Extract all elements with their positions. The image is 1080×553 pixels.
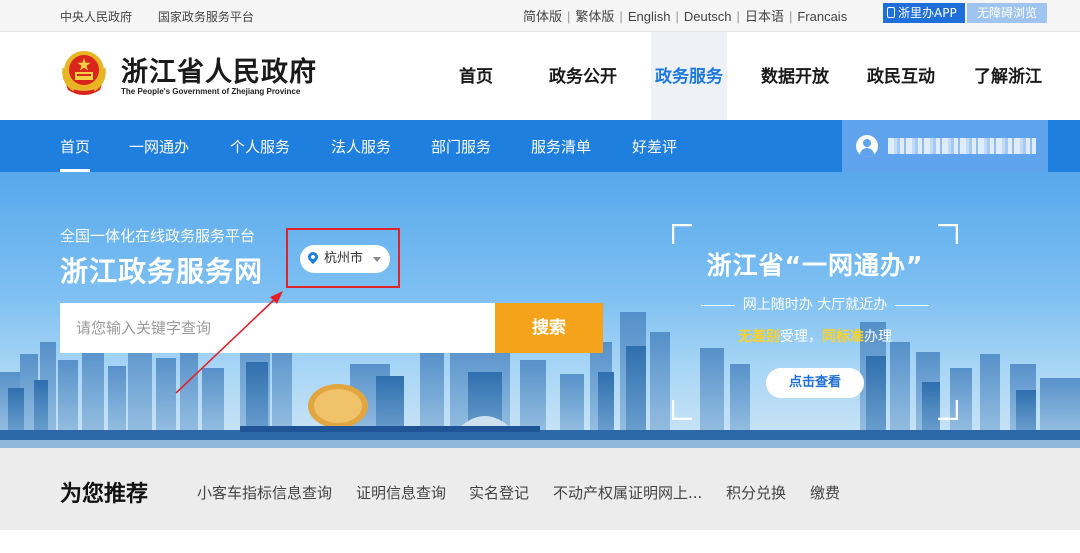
subnav-one-stop[interactable]: 一网通办 [129, 120, 189, 172]
main-nav-about-zhejiang[interactable]: 了解浙江 [966, 32, 1050, 120]
slogan-text-2: 办理 [864, 329, 892, 345]
promo-view-button[interactable]: 点击查看 [766, 368, 864, 398]
divider: | [736, 9, 740, 24]
recommend-link-car-quota[interactable]: 小客车指标信息查询 [197, 482, 332, 503]
recommend-section: 为您推荐 小客车指标信息查询 证明信息查询 实名登记 不动产权属证明网上... … [0, 448, 1080, 553]
main-nav-interaction[interactable]: 政民互动 [860, 32, 942, 120]
promo-subtitle: 网上随时办 大厅就近办 [672, 294, 958, 314]
search-button[interactable]: 搜索 [495, 303, 603, 353]
page-bottom-strip [0, 530, 1080, 553]
user-avatar-icon [856, 135, 878, 157]
divider: | [567, 9, 571, 24]
slogan-highlight-1: 无差别 [738, 329, 780, 345]
main-nav-home[interactable]: 首页 [444, 32, 508, 120]
hero-banner: 全国一体化在线政务服务平台 浙江政务服务网 杭州市 搜索 浙江省“一网通办” 网… [0, 172, 1080, 448]
main-nav-gov-services[interactable]: 政务服务 [651, 32, 727, 120]
subnav-home[interactable]: 首页 [60, 120, 91, 172]
promo-title: 浙江省“一网通办” [706, 251, 924, 280]
lang-french[interactable]: Francais [797, 9, 847, 24]
subnav-evaluation[interactable]: 好差评 [632, 120, 677, 172]
lang-german[interactable]: Deutsch [684, 9, 732, 24]
link-national-service-platform[interactable]: 国家政务服务平台 [158, 10, 254, 24]
divider: | [619, 9, 623, 24]
national-emblem-icon[interactable] [60, 48, 108, 98]
lang-simplified[interactable]: 简体版 [523, 9, 562, 24]
slogan-highlight-2: 同标准 [822, 329, 864, 345]
promo-card: 浙江省“一网通办” 网上随时办 大厅就近办 无差别受理，同标准办理 点击查看 [672, 224, 958, 420]
divider: | [675, 9, 679, 24]
recommend-link-property[interactable]: 不动产权属证明网上... [553, 482, 702, 503]
hero-title: 浙江政务服务网 [60, 255, 264, 288]
user-name-blurred [888, 138, 1036, 154]
brand-title[interactable]: 浙江省人民政府 [121, 50, 317, 89]
main-nav-open-data[interactable]: 数据开放 [752, 32, 838, 120]
recommend-link-certificate[interactable]: 证明信息查询 [356, 482, 446, 503]
link-central-government[interactable]: 中央人民政府 [60, 10, 132, 24]
subnav-legal-entity[interactable]: 法人服务 [331, 120, 391, 172]
top-utility-bar: 中央人民政府 国家政务服务平台 简体版 | 繁体版 | English | Deutsch |… [0, 0, 1080, 32]
subnav-service-list[interactable]: 服务清单 [531, 120, 591, 172]
subnav-department[interactable]: 部门服务 [431, 120, 491, 172]
service-subnav: 首页 一网通办 个人服务 法人服务 部门服务 服务清单 好差评 [0, 120, 1080, 172]
annotation-highlight-box [286, 228, 400, 288]
recommend-link-real-name[interactable]: 实名登记 [469, 482, 529, 503]
phone-icon [887, 7, 895, 18]
hero-subtitle: 全国一体化在线政务服务平台 [60, 227, 256, 245]
recommend-title: 为您推荐 [60, 482, 149, 507]
slogan-text-1: 受理 [780, 329, 808, 345]
recommend-link-points[interactable]: 积分兑换 [726, 482, 786, 503]
promo-slogan: 无差别受理，同标准办理 [738, 329, 892, 345]
lang-japanese[interactable]: 日本语 [745, 9, 784, 24]
lang-traditional[interactable]: 繁体版 [575, 9, 614, 24]
recommend-link-payment[interactable]: 缴费 [810, 482, 840, 503]
brand-subtitle-en: The People's Government of Zhejiang Prov… [121, 87, 301, 96]
top-left-links: 中央人民政府 国家政务服务平台 [60, 8, 276, 25]
language-switcher: 简体版 | 繁体版 | English | Deutsch | 日本语 | Francais [523, 6, 847, 25]
lang-english[interactable]: English [628, 9, 671, 24]
main-nav-gov-affairs[interactable]: 政务公开 [540, 32, 626, 120]
app-download-button[interactable]: 浙里办APP [883, 3, 965, 23]
subnav-personal[interactable]: 个人服务 [230, 120, 290, 172]
site-header: 浙江省人民政府 The People's Government of Zheji… [0, 32, 1080, 120]
search-input[interactable] [60, 303, 495, 353]
divider: | [788, 9, 793, 24]
user-account-box[interactable] [842, 120, 1048, 172]
app-button-label: 浙里办APP [898, 6, 957, 20]
accessibility-button[interactable]: 无障碍浏览 [967, 3, 1047, 23]
